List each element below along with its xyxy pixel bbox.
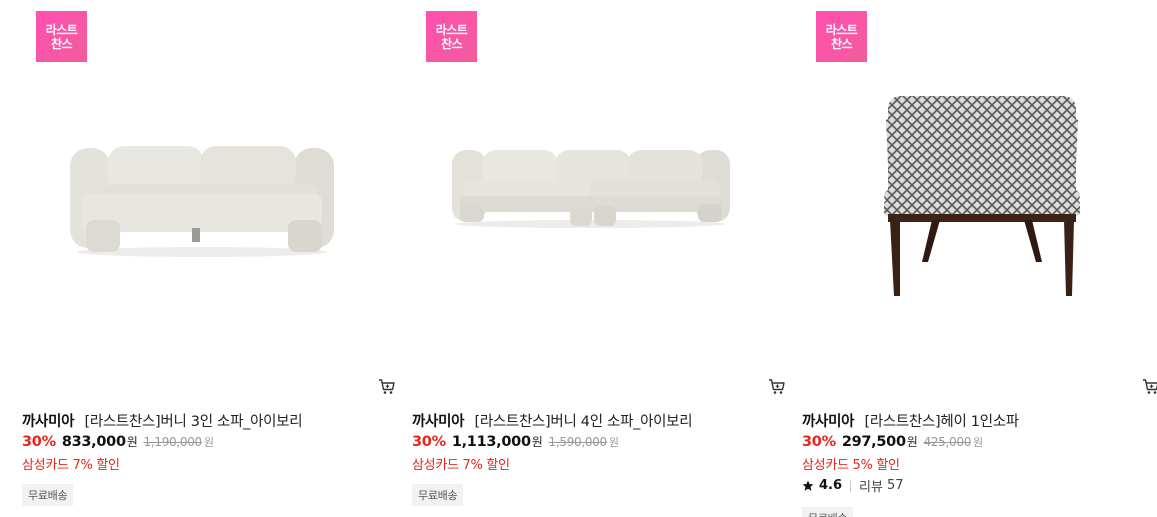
original-price: 1,190,000 [143, 435, 203, 449]
free-shipping-tag: 무료배송 [22, 484, 74, 506]
price-unit: 원 [906, 435, 918, 449]
product-title[interactable]: 까사미아 [라스트찬스]헤이 1인소파 [802, 410, 1157, 431]
product-card[interactable]: 라스트 찬스 까사미아 [라스트찬스]버니 4인 소파_아이보리 30% 1,1… [412, 0, 786, 517]
price-unit: 원 [126, 435, 138, 449]
product-grid: 라스트 찬스 까사미아 [라스트찬스]버니 3인 소파_아이보리 30% 833… [0, 0, 1157, 517]
discount-rate: 30% [22, 434, 56, 450]
sale-price: 1,113,000 [451, 434, 531, 450]
original-price: 425,000 [923, 435, 972, 449]
price-row: 30% 1,113,000 원 1,590,000 원 [412, 433, 619, 450]
card-discount-promo: 삼성카드 7% 할인 [412, 458, 510, 473]
price-row: 30% 297,500 원 425,000 원 [802, 433, 983, 450]
brand-name: 까사미아 [412, 414, 465, 430]
star-icon [802, 480, 814, 491]
sale-price: 297,500 [841, 434, 906, 450]
discount-rate: 30% [802, 434, 836, 450]
add-to-cart-button[interactable] [1142, 378, 1157, 396]
badge-line-2: 찬스 [50, 36, 73, 51]
badge-line-2: 찬스 [440, 36, 463, 51]
original-price: 1,590,000 [548, 435, 608, 449]
add-to-cart-button[interactable] [768, 378, 786, 396]
free-shipping-tag: 무료배송 [802, 507, 854, 517]
badge-line-2: 찬스 [830, 36, 853, 51]
card-discount-promo: 삼성카드 7% 할인 [22, 458, 120, 473]
product-name: [라스트찬스]헤이 1인소파 [864, 414, 1019, 430]
product-name: [라스트찬스]버니 3인 소파_아이보리 [84, 414, 303, 430]
product-card[interactable]: 라스트 찬스 까사미아 [라스트찬스]헤이 1인소파 30% 297,500 원… [802, 0, 1157, 517]
product-title[interactable]: 까사미아 [라스트찬스]버니 4인 소파_아이보리 [412, 410, 772, 431]
product-name: [라스트찬스]버니 4인 소파_아이보리 [474, 414, 693, 430]
discount-rate: 30% [412, 434, 446, 450]
cart-icon [1143, 379, 1157, 394]
card-discount-promo: 삼성카드 5% 할인 [802, 458, 900, 473]
badge-line-1: 라스트 [45, 22, 78, 37]
rating-score: 4.6 [819, 478, 843, 493]
last-chance-badge: 라스트 찬스 [426, 11, 477, 62]
cart-icon [379, 379, 395, 394]
brand-name: 까사미아 [802, 414, 855, 430]
last-chance-badge: 라스트 찬스 [36, 11, 87, 62]
last-chance-badge: 라스트 찬스 [816, 11, 867, 62]
original-price-unit: 원 [608, 436, 619, 449]
product-card[interactable]: 라스트 찬스 까사미아 [라스트찬스]버니 3인 소파_아이보리 30% 833… [22, 0, 396, 517]
free-shipping-tag: 무료배송 [412, 484, 464, 506]
price-row: 30% 833,000 원 1,190,000 원 [22, 433, 214, 450]
badge-line-1: 라스트 [435, 22, 468, 37]
brand-name: 까사미아 [22, 414, 75, 430]
badge-line-1: 라스트 [825, 22, 858, 37]
original-price-unit: 원 [203, 436, 214, 449]
product-title[interactable]: 까사미아 [라스트찬스]버니 3인 소파_아이보리 [22, 410, 382, 431]
add-to-cart-button[interactable] [378, 378, 396, 396]
sale-price: 833,000 [61, 434, 126, 450]
original-price-unit: 원 [973, 436, 983, 449]
price-unit: 원 [531, 435, 543, 449]
cart-icon [769, 379, 785, 394]
review-count: 57 [886, 478, 904, 493]
divider [850, 479, 852, 492]
review-label: 리뷰 [859, 480, 883, 495]
rating-row[interactable]: 4.6 리뷰 57 [802, 476, 904, 495]
